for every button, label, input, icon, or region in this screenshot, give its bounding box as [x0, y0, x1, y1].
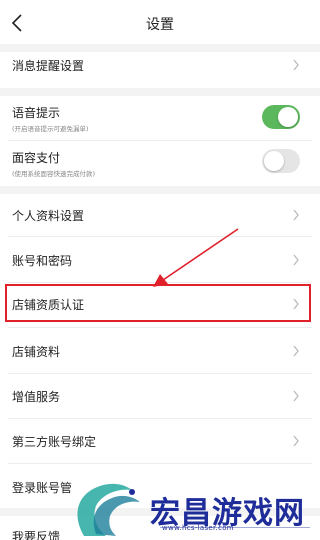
watermark-url: www.hcs-laser.com — [162, 524, 234, 532]
divider — [8, 373, 312, 374]
divider — [8, 140, 312, 141]
row-label: 增值服务 — [12, 390, 61, 404]
row-label: 账号和密码 — [12, 254, 73, 268]
annotation-highlight-box — [5, 284, 311, 322]
row-label: 登录账号管 — [12, 481, 73, 495]
watermark-logo-icon — [77, 483, 140, 536]
chevron-right-icon — [293, 435, 299, 447]
chevron-right-icon — [293, 254, 299, 266]
settings-row-account-password[interactable]: 账号和密码 — [0, 245, 320, 275]
page-title: 设置 — [146, 17, 174, 33]
settings-row-voice-prompt: 语音提示 (开启语音提示可避免漏单) — [0, 96, 320, 138]
chevron-right-icon — [293, 390, 299, 402]
divider — [8, 327, 312, 328]
row-sublabel: (使用系统面容快速完成付款) — [12, 170, 96, 178]
row-label: 消息提醒设置 — [12, 59, 85, 73]
section-gap — [0, 44, 320, 52]
nav-bar: 设置 — [0, 0, 320, 44]
chevron-right-icon — [293, 59, 299, 71]
toggle-knob — [278, 107, 298, 127]
settings-row-profile[interactable]: 个人资料设置 — [0, 200, 320, 230]
settings-row-message-reminder[interactable]: 消息提醒设置 — [0, 52, 320, 78]
row-label: 语音提示 — [12, 106, 61, 120]
voice-prompt-toggle[interactable] — [262, 105, 300, 129]
chevron-right-icon — [293, 209, 299, 221]
section-gap — [0, 186, 320, 194]
divider — [8, 236, 312, 237]
settings-row-value-added[interactable]: 增值服务 — [0, 381, 320, 411]
toggle-knob — [264, 151, 284, 171]
divider — [8, 418, 312, 419]
row-label: 店铺资料 — [12, 345, 61, 359]
settings-row-store-info[interactable]: 店铺资料 — [0, 336, 320, 366]
row-sublabel: (开启语音提示可避免漏单) — [12, 125, 89, 133]
row-label: 第三方账号绑定 — [12, 435, 97, 449]
settings-row-third-party[interactable]: 第三方账号绑定 — [0, 426, 320, 456]
row-label: 个人资料设置 — [12, 209, 85, 223]
row-label: 面容支付 — [12, 151, 61, 165]
chevron-right-icon — [293, 345, 299, 357]
face-pay-toggle[interactable] — [262, 149, 300, 173]
section-gap — [0, 88, 320, 96]
settings-row-face-pay: 面容支付 (使用系统面容快速完成付款) — [0, 142, 320, 184]
row-label: 我要反馈 — [12, 530, 61, 540]
divider — [8, 282, 312, 283]
divider — [8, 463, 312, 464]
